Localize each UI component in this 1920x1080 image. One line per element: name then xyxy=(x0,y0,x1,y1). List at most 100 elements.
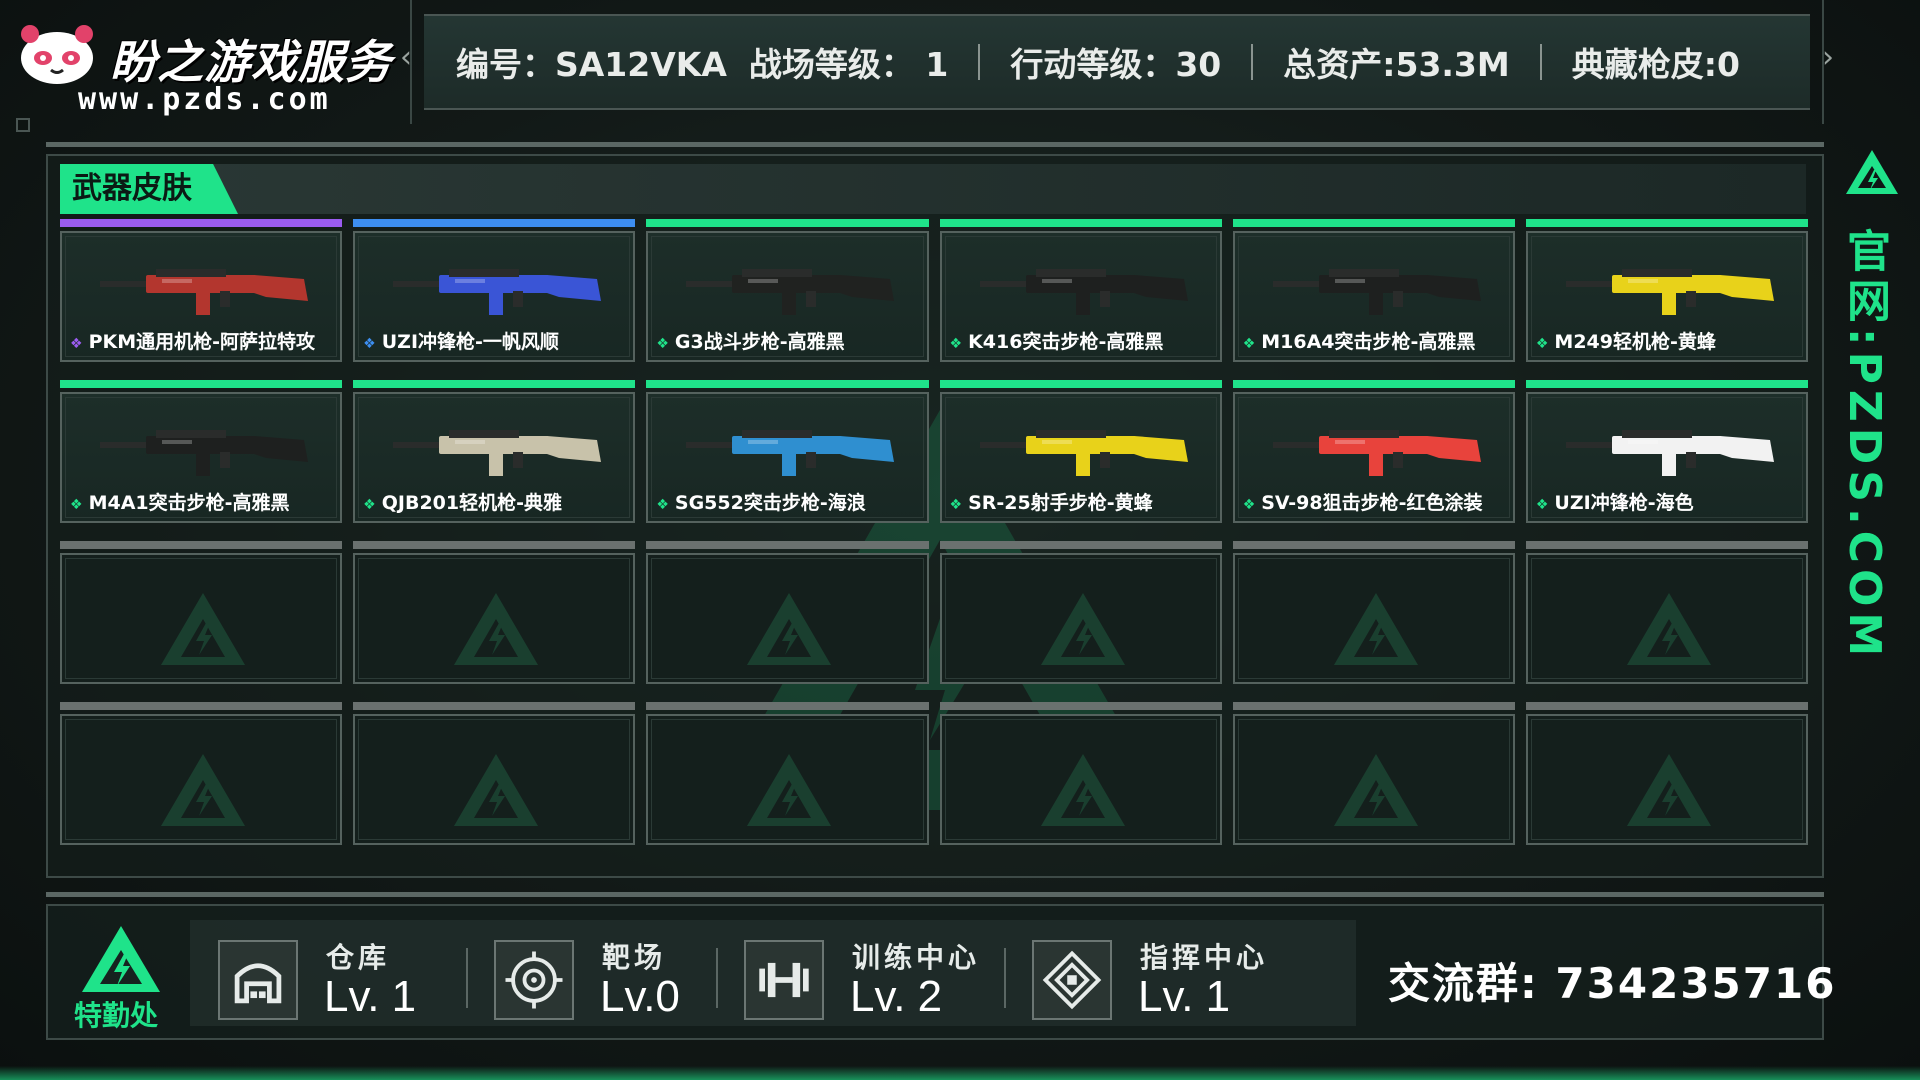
skin-card[interactable]: ❖ SR-25射手步枪-黄蜂 xyxy=(939,380,1222,523)
facility-stats: 仓库 Lv. 1 靶场 Lv.0 训练中心 Lv. 2 指挥中心 Lv. 1 xyxy=(190,920,1356,1026)
rarity-bar xyxy=(1525,541,1809,549)
rarity-diamond-icon: ❖ xyxy=(1242,336,1256,352)
facility-label: 靶场 xyxy=(602,941,667,974)
skin-card[interactable]: ❖ M249轻机枪-黄蜂 xyxy=(1525,219,1809,362)
placeholder-triangle-icon xyxy=(161,593,245,665)
facility-level: Lv. 1 xyxy=(324,972,417,1021)
skin-card[interactable]: ❖ K416突击步枪-高雅黑 xyxy=(939,219,1222,362)
empty-slot-frame xyxy=(939,553,1222,684)
skin-card-frame: ❖ PKM通用机枪-阿萨拉特攻 xyxy=(60,231,343,362)
empty-skin-slot xyxy=(939,702,1222,845)
rarity-bar xyxy=(353,380,636,388)
chevron-right-icon[interactable]: › xyxy=(1822,40,1834,75)
gun-m249-icon xyxy=(1565,269,1774,315)
skin-card[interactable]: ❖ UZI冲锋枪-海色 xyxy=(1525,380,1809,523)
skin-name-text: G3战斗步枪-高雅黑 xyxy=(674,331,845,353)
facility-training[interactable]: 训练中心 Lv. 2 xyxy=(716,920,996,1026)
skin-card[interactable]: ❖ M16A4突击步枪-高雅黑 xyxy=(1232,219,1515,362)
facility-label: 仓库 xyxy=(326,941,391,974)
empty-slot-frame xyxy=(1232,714,1515,845)
skin-card[interactable]: ❖ SV-98狙击步枪-红色涂装 xyxy=(1232,380,1515,523)
gun-qjb201-icon xyxy=(393,430,602,476)
skin-name-text: M4A1突击步枪-高雅黑 xyxy=(88,492,290,514)
rarity-bar xyxy=(646,702,929,710)
rarity-diamond-icon: ❖ xyxy=(363,497,376,513)
empty-slot-frame xyxy=(939,714,1222,845)
skin-card-frame: ❖ M16A4突击步枪-高雅黑 xyxy=(1232,231,1515,362)
skin-name: ❖ SR-25射手步枪-黄蜂 xyxy=(950,488,1153,515)
skin-name: ❖ SV-98狙击步枪-红色涂装 xyxy=(1243,488,1483,515)
empty-slot-frame xyxy=(646,553,929,684)
skin-card-frame: ❖ QJB201轻机枪-典雅 xyxy=(353,392,636,523)
gun-sr25-icon xyxy=(979,430,1188,476)
skin-name: ❖ K416突击步枪-高雅黑 xyxy=(950,327,1164,354)
account-id: 编号：SA12VKA xyxy=(456,45,727,84)
skin-name: ❖ UZI冲锋枪-一帆风顺 xyxy=(363,327,559,354)
placeholder-triangle-icon xyxy=(161,754,245,826)
empty-skin-slot xyxy=(353,702,636,845)
triangle-logo-icon xyxy=(1846,150,1898,194)
placeholder-triangle-icon xyxy=(1333,593,1418,665)
facility-range[interactable]: 靶场 Lv.0 xyxy=(466,920,714,1026)
rarity-diamond-icon: ❖ xyxy=(363,336,376,352)
skin-name-text: UZI冲锋枪-一帆风顺 xyxy=(381,331,559,353)
empty-skin-slot xyxy=(1525,541,1809,684)
facility-command[interactable]: 指挥中心 Lv. 1 xyxy=(1004,920,1304,1026)
gun-k416-icon xyxy=(979,269,1188,315)
skin-card[interactable]: ❖ M4A1突击步枪-高雅黑 xyxy=(60,380,343,523)
gun-sg552-icon xyxy=(686,430,895,476)
header-separator xyxy=(978,44,981,80)
empty-skin-slot xyxy=(1525,702,1809,845)
rarity-diamond-icon: ❖ xyxy=(949,497,963,513)
skin-card-frame: ❖ M4A1突击步枪-高雅黑 xyxy=(60,392,343,523)
empty-slot-frame xyxy=(1232,553,1515,684)
official-site-text: 官网:PZDS.COM xyxy=(1839,228,1890,663)
skin-name: ❖ SG552突击步枪-海浪 xyxy=(656,488,865,515)
facility-level: Lv.0 xyxy=(600,972,680,1021)
empty-skin-slot xyxy=(60,541,343,684)
rarity-diamond-icon: ❖ xyxy=(1242,497,1256,513)
skin-name-text: K416突击步枪-高雅黑 xyxy=(968,331,1164,353)
rarity-bar xyxy=(1232,380,1515,388)
empty-slot-frame xyxy=(1525,553,1809,684)
rarity-bar xyxy=(353,541,636,549)
facility-warehouse[interactable]: 仓库 Lv. 1 xyxy=(190,920,460,1026)
rarity-bar xyxy=(646,541,929,549)
placeholder-triangle-icon xyxy=(454,593,539,665)
placeholder-triangle-icon xyxy=(747,593,832,665)
special-ops-footer: 特勤处 仓库 Lv. 1 靶场 Lv.0 训练中心 Lv. 2 指挥中心 Lv.… xyxy=(46,904,1834,1040)
skin-name: ❖ PKM通用机枪-阿萨拉特攻 xyxy=(70,327,315,354)
skin-name: ❖ M4A1突击步枪-高雅黑 xyxy=(70,488,290,515)
skin-row: ❖ M4A1突击步枪-高雅黑 ❖ QJB201轻机枪-典雅 ❖ SG552突击步枪-海浪 ❖… xyxy=(60,380,1809,523)
brand-url[interactable]: www.pzds.com xyxy=(78,82,331,117)
empty-skin-slot xyxy=(646,541,929,684)
battlefield-level: 战场等级： 1 xyxy=(748,45,949,84)
rarity-bar xyxy=(939,541,1222,549)
skin-card-frame: ❖ SG552突击步枪-海浪 xyxy=(646,392,929,523)
empty-skin-slot xyxy=(60,702,343,845)
empty-slot-frame xyxy=(646,714,929,845)
rarity-diamond-icon: ❖ xyxy=(70,497,83,513)
chat-group-number: 交流群: 734235716 xyxy=(1388,959,1837,1008)
skin-card[interactable]: ❖ SG552突击步枪-海浪 xyxy=(646,380,929,523)
empty-skin-slot xyxy=(939,541,1222,684)
chevron-left-icon[interactable]: ‹ xyxy=(400,40,412,75)
rarity-bar xyxy=(1232,219,1515,227)
skin-card[interactable]: ❖ UZI冲锋枪-一帆风顺 xyxy=(353,219,636,362)
rarity-diamond-icon: ❖ xyxy=(1535,336,1549,352)
skin-card-frame: ❖ UZI冲锋枪-海色 xyxy=(1525,392,1809,523)
empty-skin-slot xyxy=(1232,541,1515,684)
skin-name-text: SR-25射手步枪-黄蜂 xyxy=(968,492,1153,514)
empty-slot-frame xyxy=(1525,714,1809,845)
skin-card[interactable]: ❖ PKM通用机枪-阿萨拉特攻 xyxy=(60,219,343,362)
facility-label: 训练中心 xyxy=(852,941,981,974)
rarity-bar xyxy=(939,702,1222,710)
skin-card-frame: ❖ M249轻机枪-黄蜂 xyxy=(1525,231,1809,362)
rarity-bar xyxy=(939,219,1222,227)
skin-card-frame: ❖ SV-98狙击步枪-红色涂装 xyxy=(1232,392,1515,523)
footer-top-line xyxy=(46,892,1824,897)
skin-card[interactable]: ❖ G3战斗步枪-高雅黑 xyxy=(646,219,929,362)
empty-row xyxy=(60,702,1809,845)
skin-card[interactable]: ❖ QJB201轻机枪-典雅 xyxy=(353,380,636,523)
bottom-glow xyxy=(0,1066,1920,1080)
